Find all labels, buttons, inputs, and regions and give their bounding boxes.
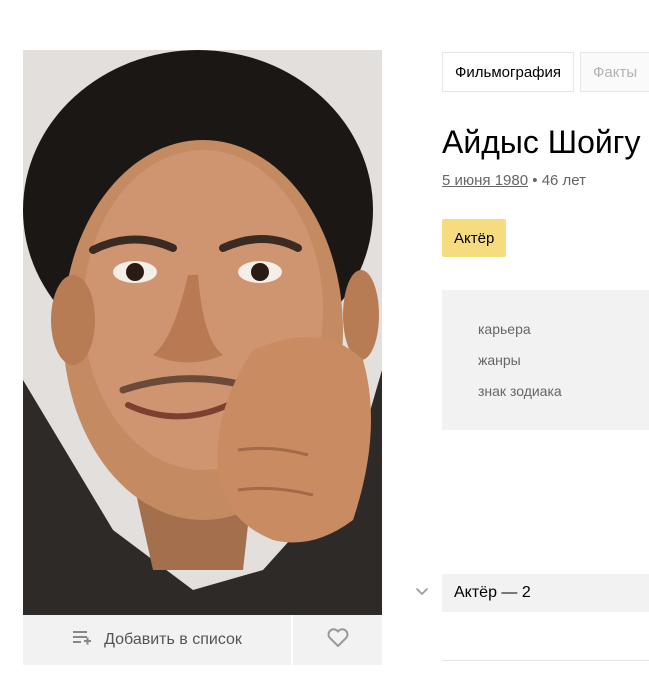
info-label-genres: жанры: [478, 352, 521, 368]
add-to-list-icon: [72, 628, 92, 653]
person-page: Добавить в список Фильмография Факты Айд…: [0, 0, 649, 675]
info-label-career: карьера: [478, 321, 531, 337]
age-text: 46 лет: [541, 172, 587, 189]
add-to-list-label: Добавить в список: [104, 631, 242, 648]
birth-date-link[interactable]: 5 июня 1980: [442, 172, 528, 189]
tab-facts[interactable]: Факты: [580, 52, 649, 92]
chevron-down-icon[interactable]: [414, 583, 430, 604]
tab-bar: Фильмография Факты: [442, 52, 649, 92]
tab-filmography[interactable]: Фильмография: [442, 52, 575, 92]
divider: [442, 660, 649, 661]
person-meta: 5 июня 1980 • 46 лет: [442, 172, 586, 189]
meta-separator: •: [528, 172, 542, 189]
person-photo: [23, 50, 382, 615]
heart-icon: [327, 627, 349, 653]
role-badge[interactable]: Актёр: [442, 219, 507, 257]
info-panel: карьера жанры знак зодиака: [442, 290, 649, 430]
favorite-button[interactable]: [293, 615, 382, 665]
filmography-section-actor[interactable]: Актёр — 2: [442, 574, 649, 612]
photo-actions: Добавить в список: [23, 615, 382, 665]
page-title: Айдыс Шойгу: [442, 124, 641, 160]
info-label-zodiac: знак зодиака: [478, 383, 562, 399]
add-to-list-button[interactable]: Добавить в список: [23, 615, 291, 665]
